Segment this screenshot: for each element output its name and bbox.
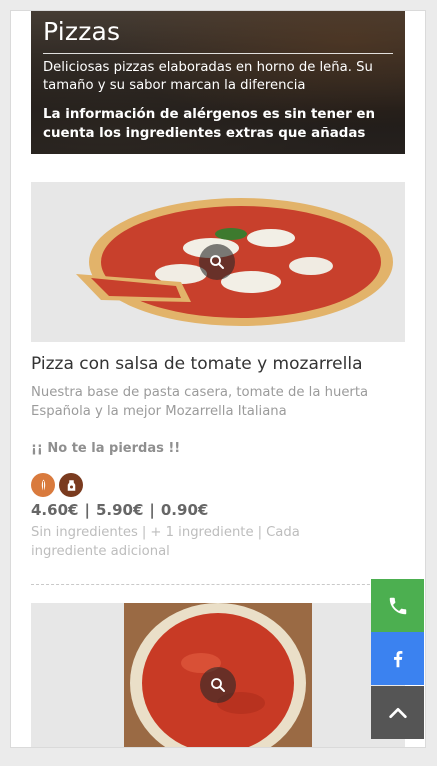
facebook-button[interactable] bbox=[371, 632, 424, 685]
product-description: Nuestra base de pasta casera, tomate de … bbox=[31, 385, 369, 419]
call-button[interactable] bbox=[371, 579, 424, 632]
price-extra-ingredient: 0.90€ bbox=[160, 501, 209, 519]
zoom-button[interactable] bbox=[200, 667, 236, 703]
promo-text: ¡¡ No te la pierdas !! bbox=[31, 441, 181, 456]
allergen-icons bbox=[31, 473, 83, 497]
note-one-ingredient: + 1 ingrediente bbox=[150, 525, 254, 540]
facebook-icon bbox=[393, 650, 402, 667]
price-one-ingredient: 5.90€ bbox=[95, 501, 144, 519]
note-separator: | bbox=[141, 525, 147, 540]
magnifier-icon bbox=[211, 678, 225, 692]
phone-icon bbox=[389, 597, 406, 614]
category-banner: Pizzas Deliciosas pizzas elaboradas en h… bbox=[31, 11, 405, 154]
product-divider bbox=[31, 584, 405, 585]
price-separator: | bbox=[149, 501, 155, 519]
chevron-up-icon bbox=[388, 707, 407, 718]
scroll-top-button[interactable] bbox=[371, 686, 424, 739]
dairy-icon bbox=[59, 473, 83, 497]
allergen-notice: La información de alérgenos es sin tener… bbox=[43, 107, 376, 141]
price-separator: | bbox=[84, 501, 90, 519]
product-title: Pizza con salsa de tomate y mozarrella bbox=[31, 354, 363, 374]
product-image[interactable] bbox=[31, 182, 405, 342]
gluten-icon bbox=[31, 473, 55, 497]
menu-card: Pizzas Deliciosas pizzas elaboradas en h… bbox=[10, 10, 426, 748]
note-base: Sin ingredientes bbox=[31, 525, 138, 540]
price-row: 4.60€ | 5.90€ | 0.90€ bbox=[31, 501, 208, 519]
category-title: Pizzas bbox=[43, 17, 121, 46]
note-separator: | bbox=[257, 525, 263, 540]
magnifier-icon bbox=[210, 255, 224, 269]
zoom-button[interactable] bbox=[199, 244, 235, 280]
title-rule bbox=[43, 53, 393, 54]
price-base: 4.60€ bbox=[31, 501, 79, 519]
price-notes: Sin ingredientes | + 1 ingrediente | Cada in… bbox=[31, 523, 351, 561]
product-image[interactable] bbox=[31, 603, 405, 747]
category-description: Deliciosas pizzas elaboradas en horno de… bbox=[43, 60, 373, 93]
